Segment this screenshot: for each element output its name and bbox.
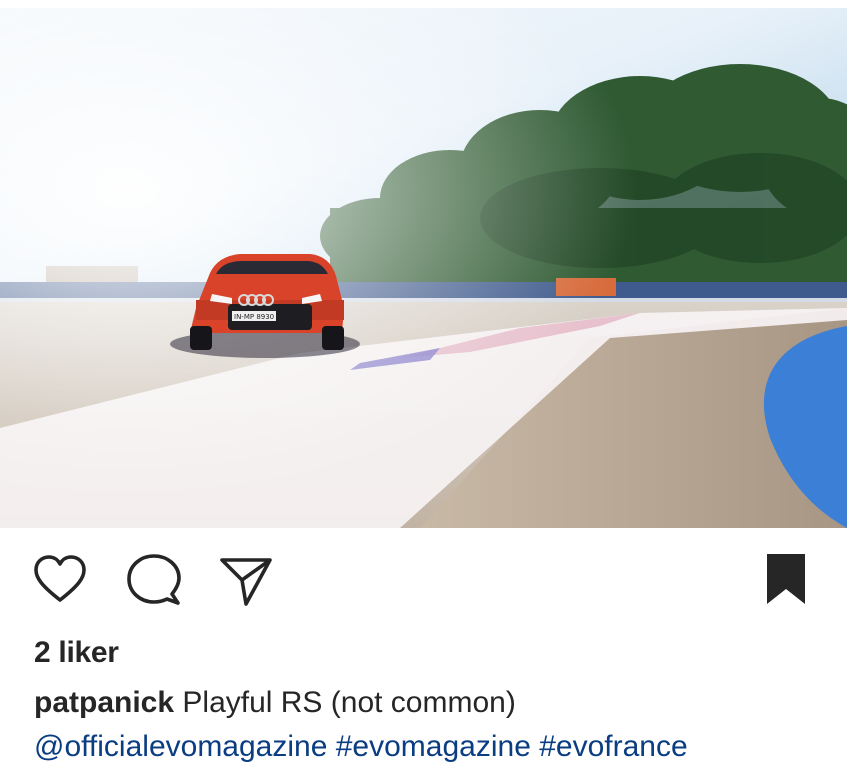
like-count[interactable]: 2 liker (34, 636, 119, 670)
caption-tags: @officialevomagazine #evomagazine #evofr… (34, 728, 688, 766)
post-card: IN-MP 8930 2 liker patpanick Playful RS … (0, 0, 847, 768)
hashtag-link[interactable]: #evofrance (539, 730, 687, 763)
hashtag-link[interactable]: #evomagazine (336, 730, 531, 763)
caption: patpanick Playful RS (not common) (34, 684, 516, 722)
comment-icon[interactable] (126, 552, 182, 608)
mention-link[interactable]: @officialevomagazine (34, 730, 327, 763)
share-icon[interactable] (218, 552, 274, 608)
bookmark-icon[interactable] (758, 552, 814, 608)
license-plate: IN-MP 8930 (234, 313, 274, 321)
post-image[interactable]: IN-MP 8930 (0, 8, 847, 528)
caption-text: Playful RS (not common) (182, 686, 516, 719)
caption-username[interactable]: patpanick (34, 686, 174, 719)
track-photo: IN-MP 8930 (0, 8, 847, 528)
action-bar (0, 540, 847, 620)
heart-icon[interactable] (32, 552, 88, 608)
